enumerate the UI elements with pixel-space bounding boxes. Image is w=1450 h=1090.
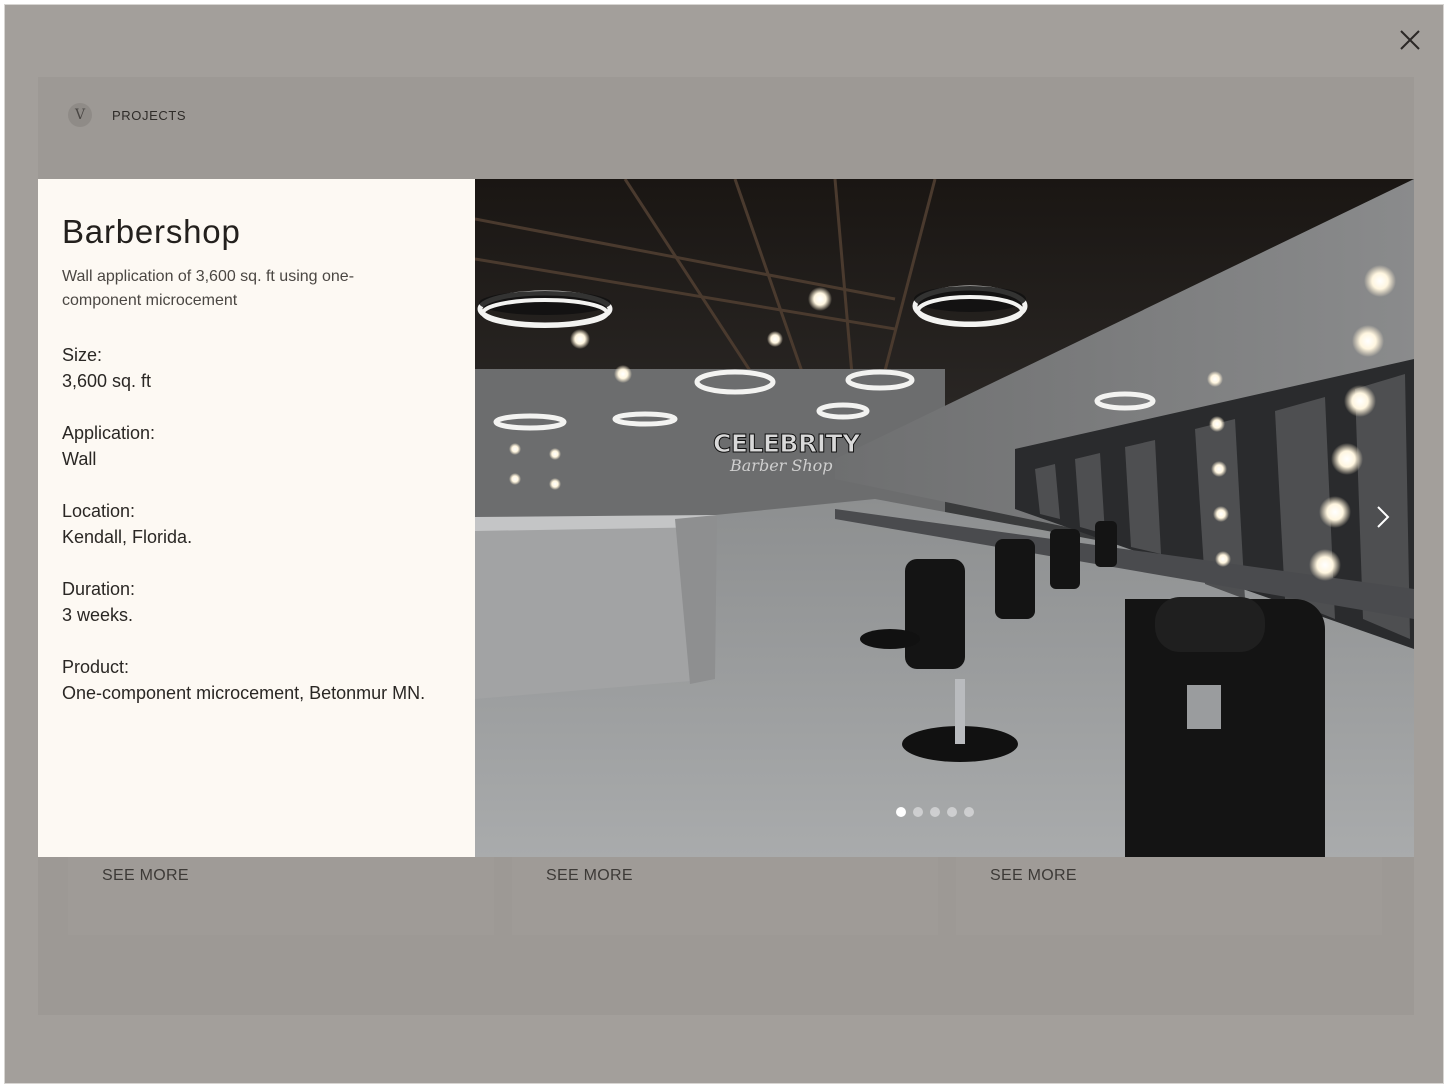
project-summary: Wall application of 3,600 sq. ft using o… [62,268,355,309]
see-more-link[interactable]: SEE MORE [990,867,1077,885]
spec-value: Wall [62,449,97,469]
slide-dot[interactable] [964,807,974,817]
spec-size: Size: 3,600 sq. ft [62,342,451,394]
project-title: Barbershop [62,213,241,250]
project-info-panel: Barbershop Wall application of 3,600 sq.… [38,179,475,857]
spec-label: Application: [62,423,156,443]
project-modal: Barbershop Wall application of 3,600 sq.… [38,179,1414,857]
barbershop-photo: CELEBRITY Barber Shop [475,179,1414,857]
slide-dot[interactable] [930,807,940,817]
gallery-sign-main: CELEBRITY [713,429,861,458]
spec-duration: Duration: 3 weeks. [62,576,451,628]
brand-logo[interactable]: V [68,103,92,127]
spec-value: Kendall, Florida. [62,527,193,547]
see-more-link[interactable]: SEE MORE [102,867,189,885]
see-more-link[interactable]: SEE MORE [546,867,633,885]
close-icon [1400,30,1420,50]
screen: V PROJECTS SEE MORE SEE MORE SEE MORE Ba… [4,4,1444,1084]
spec-application: Application: Wall [62,420,451,472]
slide-indicator [896,807,974,817]
spec-label: Size: [62,345,103,365]
project-card: SEE MORE [956,857,1382,935]
slide-dot[interactable] [896,807,906,817]
spec-label: Location: [62,501,136,521]
spec-value: 3 weeks. [62,605,134,625]
spec-product: Product: One-component microcement, Beto… [62,654,451,706]
nav-projects-link[interactable]: PROJECTS [112,108,186,123]
chevron-right-icon [1377,506,1390,528]
image-gallery[interactable]: CELEBRITY Barber Shop [475,179,1414,857]
project-card: SEE MORE [68,857,494,935]
spec-value: 3,600 sq. ft [62,371,152,391]
spec-label: Duration: [62,579,136,599]
spec-label: Product: [62,657,130,677]
page-header: V PROJECTS [68,103,186,127]
project-card: SEE MORE [512,857,938,935]
spec-location: Location: Kendall, Florida. [62,498,451,550]
slide-dot[interactable] [947,807,957,817]
close-button[interactable] [1397,27,1423,53]
spec-value: One-component microcement, Betonmur MN. [62,683,426,703]
gallery-sign-script: Barber Shop [729,456,833,475]
next-slide-button[interactable] [1370,501,1394,533]
slide-dot[interactable] [913,807,923,817]
